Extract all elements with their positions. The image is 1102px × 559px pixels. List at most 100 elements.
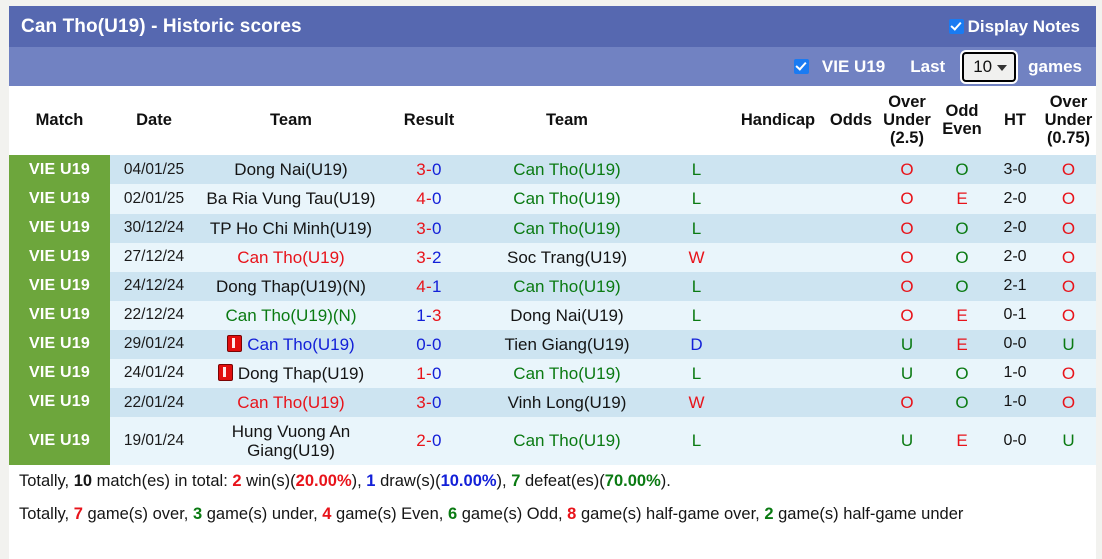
row-home-team[interactable]: Can Tho(U19) [198,387,384,417]
row-home-team[interactable]: Dong Nai(U19) [198,155,384,185]
row-date: 19/01/24 [110,416,198,465]
row-away-team-label: Can Tho(U19) [513,189,621,209]
row-home-team[interactable]: Can Tho(U19) [198,242,384,272]
row-away-team[interactable]: Tien Giang(U19) [474,329,660,359]
s1-defeat-pct: 70.00% [604,471,661,490]
row-away-team[interactable]: Can Tho(U19) [474,416,660,465]
row-away-team[interactable]: Soc Trang(U19) [474,242,660,272]
row-league-badge[interactable]: VIE U19 [9,184,110,214]
row-home-team[interactable]: Dong Thap(U19) [198,358,384,388]
row-over-under-25: O [879,271,935,301]
row-date: 22/01/24 [110,387,198,417]
col-odds[interactable]: Odds [823,86,879,156]
row-home-team-label: Can Tho(U19) [237,392,345,412]
row-away-team[interactable]: Can Tho(U19) [474,271,660,301]
col-over-under-25[interactable]: Over Under (2.5) [879,86,935,156]
row-home-team[interactable]: TP Ho Chi Minh(U19) [198,213,384,243]
col-odd-even[interactable]: Odd Even [935,86,989,156]
table-row[interactable]: VIE U19 04/01/25 Dong Nai(U19) 3-0 Can Tho(U… [9,155,1096,185]
row-league-badge[interactable]: VIE U19 [9,242,110,272]
row-league-badge[interactable]: VIE U19 [9,416,110,465]
s1-wins: 2 [232,471,242,490]
row-odds [823,184,879,214]
historic-scores-table: Match Date Team Result Team Handicap Odd… [9,86,1096,465]
table-row[interactable]: VIE U19 27/12/24 Can Tho(U19) 3-2 Soc Trang(… [9,242,1096,272]
row-score-away: 0 [431,334,442,354]
col-handicap[interactable]: Handicap [733,86,823,156]
row-home-team[interactable]: Ba Ria Vung Tau(U19) [198,184,384,214]
row-odds [823,213,879,243]
row-away-team-label: Can Tho(U19) [513,218,621,238]
row-over-under-075: O [1041,271,1096,301]
row-away-team[interactable]: Can Tho(U19) [474,358,660,388]
table-row[interactable]: VIE U19 29/01/24 Can Tho(U19) 0-0 Tien Giang… [9,329,1096,359]
league-filter-checkbox[interactable] [793,59,809,74]
row-result: 3-0 [384,387,474,417]
row-score-away: 2 [431,247,442,267]
s1-t8: ). [660,471,671,490]
col-ht[interactable]: HT [989,86,1041,156]
col-away-team[interactable]: Team [474,86,660,156]
row-away-team-label: Soc Trang(U19) [507,247,627,267]
col-home-team[interactable]: Team [198,86,384,156]
row-odd-even: E [935,184,989,214]
row-away-team[interactable]: Can Tho(U19) [474,184,660,214]
page-title: Can Tho(U19) - Historic scores [21,15,302,37]
row-odds [823,358,879,388]
row-league-badge[interactable]: VIE U19 [9,271,110,301]
row-result: 1-0 [384,358,474,388]
col-ou075-line3: (0.75) [1046,128,1091,147]
row-odds [823,387,879,417]
row-home-team[interactable]: Hung Vuong An Giang(U19) [198,416,384,465]
row-away-team-label: Can Tho(U19) [513,160,621,180]
display-notes-checkbox[interactable] [948,19,964,34]
row-over-under-075: U [1041,416,1096,465]
row-ht-score: 2-1 [989,271,1041,301]
table-row[interactable]: VIE U19 22/01/24 Can Tho(U19) 3-0 Vinh Long(… [9,387,1096,417]
table-row[interactable]: VIE U19 02/01/25 Ba Ria Vung Tau(U19) 4-0 Ca… [9,184,1096,214]
row-league-badge[interactable]: VIE U19 [9,387,110,417]
row-away-team[interactable]: Vinh Long(U19) [474,387,660,417]
row-home-team-label: Dong Thap(U19)(N) [216,276,366,296]
col-over-under-075[interactable]: Over Under (0.75) [1041,86,1096,156]
row-home-team[interactable]: Dong Thap(U19)(N) [198,271,384,301]
row-score-home: 1 [416,305,427,325]
row-odd-even: O [935,213,989,243]
row-league-badge[interactable]: VIE U19 [9,329,110,359]
row-league-badge[interactable]: VIE U19 [9,213,110,243]
row-score-away: 3 [431,305,442,325]
row-away-team[interactable]: Can Tho(U19) [474,155,660,185]
row-over-under-25: U [879,416,935,465]
table-row[interactable]: VIE U19 30/12/24 TP Ho Chi Minh(U19) 3-0 Can… [9,213,1096,243]
row-league-badge[interactable]: VIE U19 [9,300,110,330]
row-league-badge[interactable]: VIE U19 [9,358,110,388]
row-odd-even: O [935,387,989,417]
row-home-team-label: Can Tho(U19) [237,247,345,267]
col-result[interactable]: Result [384,86,474,156]
panel-subheader: VIE U19 Last 10 games [9,47,1096,86]
row-ht-score: 0-1 [989,300,1041,330]
row-home-team[interactable]: Can Tho(U19) [198,329,384,359]
red-card-icon [217,363,233,381]
row-score-home: 2 [416,431,427,451]
row-home-team-label: Dong Thap(U19) [237,363,365,383]
row-odds [823,329,879,359]
col-date[interactable]: Date [110,86,198,156]
last-games-select[interactable]: 10 [962,51,1017,82]
table-row[interactable]: VIE U19 24/01/24 Dong Thap(U19) 1-0 Can Tho(… [9,358,1096,388]
row-over-under-075: O [1041,300,1096,330]
col-match[interactable]: Match [9,86,110,156]
row-home-team-label: Ba Ria Vung Tau(U19) [206,189,376,209]
row-ht-score: 0-0 [989,416,1041,465]
table-row[interactable]: VIE U19 19/01/24 Hung Vuong An Giang(U19) 2… [9,416,1096,465]
row-home-team[interactable]: Can Tho(U19)(N) [198,300,384,330]
table-row[interactable]: VIE U19 24/12/24 Dong Thap(U19)(N) 4-1 Can T… [9,271,1096,301]
s2-t7: game(s) half-game under [773,504,964,523]
table-row[interactable]: VIE U19 22/12/24 Can Tho(U19)(N) 1-3 Dong Na… [9,300,1096,330]
row-league-badge[interactable]: VIE U19 [9,155,110,185]
row-away-team[interactable]: Dong Nai(U19) [474,300,660,330]
s2-odd: 6 [447,504,458,523]
row-away-team-label: Tien Giang(U19) [504,334,630,354]
row-score-away: 0 [431,218,442,238]
row-away-team[interactable]: Can Tho(U19) [474,213,660,243]
